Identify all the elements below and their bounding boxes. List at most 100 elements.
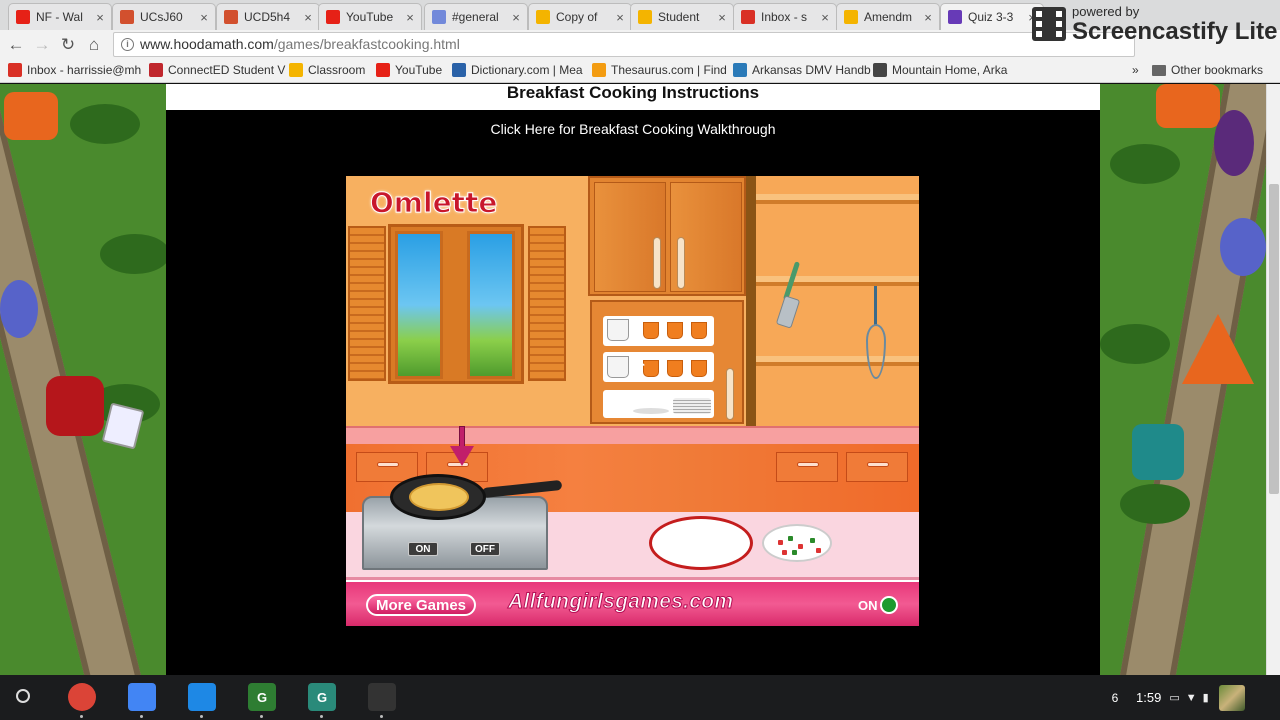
plate-stack-icon[interactable] bbox=[673, 398, 711, 414]
game-canvas[interactable]: Omlette ON OFF More Games Allfungirlsgam… bbox=[346, 176, 919, 626]
serving-plate[interactable] bbox=[649, 516, 753, 570]
browser-tab[interactable]: Amendm × bbox=[836, 3, 940, 30]
scrollbar-thumb[interactable] bbox=[1269, 184, 1279, 494]
bookmark-label: YouTube bbox=[395, 63, 443, 77]
mascot-blue-icon bbox=[0, 280, 38, 338]
tab-title: YouTube bbox=[346, 10, 394, 24]
film-icon bbox=[1032, 7, 1066, 41]
bookmark-item[interactable]: Mountain Home, Arka bbox=[873, 63, 1007, 77]
close-tab-icon[interactable]: × bbox=[93, 10, 107, 25]
classroom-g-icon[interactable]: G bbox=[248, 683, 276, 711]
cup-shelf-middle[interactable] bbox=[603, 352, 714, 382]
dish-shelf[interactable] bbox=[590, 300, 744, 424]
tab-title: #general bbox=[452, 10, 499, 24]
mascot-purple-icon bbox=[1214, 110, 1254, 176]
brand-logo[interactable]: Allfungirlsgames.com bbox=[507, 590, 733, 614]
thesaurus-icon bbox=[592, 63, 606, 77]
browser-tab[interactable]: Copy of × bbox=[528, 3, 632, 30]
bookmarks-overflow-button[interactable]: » bbox=[1132, 63, 1139, 77]
bookmark-label: Inbox - harrissie@mh bbox=[27, 63, 142, 77]
screencastify-watermark: powered by Screencastify Lite bbox=[1028, 0, 1280, 48]
bookmark-label: ConnectED Student V bbox=[168, 63, 286, 77]
close-tab-icon[interactable]: × bbox=[301, 10, 315, 25]
plate-stack-icon[interactable] bbox=[633, 408, 669, 414]
classroom-icon bbox=[289, 63, 303, 77]
cup-icon[interactable] bbox=[667, 360, 683, 377]
bookmark-item[interactable]: ConnectED Student V bbox=[149, 63, 285, 77]
notification-count[interactable]: 6 bbox=[1104, 691, 1126, 705]
cup-icon[interactable] bbox=[667, 322, 683, 339]
url-host: www.hoodamath.com bbox=[140, 36, 274, 52]
toppings-plate[interactable] bbox=[762, 524, 832, 562]
page-scrollbar[interactable] bbox=[1266, 84, 1280, 675]
frying-pan[interactable] bbox=[390, 474, 486, 520]
screencastify-icon[interactable] bbox=[368, 683, 396, 711]
close-tab-icon[interactable]: × bbox=[197, 10, 211, 25]
reload-icon[interactable]: ↻ bbox=[58, 35, 78, 55]
clock[interactable]: 1:59 bbox=[1136, 690, 1161, 705]
bookmark-item[interactable]: Arkansas DMV Handb bbox=[733, 63, 871, 77]
bookmark-item[interactable]: Dictionary.com | Mea bbox=[452, 63, 583, 77]
tab-title: Quiz 3-3 bbox=[968, 10, 1014, 24]
bookmark-item[interactable]: YouTube bbox=[376, 63, 442, 77]
tab-title: NF - Wal bbox=[36, 10, 83, 24]
status-tray[interactable]: 6 1:59 ▭ ▼ ▮ bbox=[1104, 675, 1245, 720]
browser-tab[interactable]: NF - Wal × bbox=[8, 3, 112, 30]
launcher-icon[interactable] bbox=[16, 689, 30, 703]
close-tab-icon[interactable]: × bbox=[818, 10, 832, 25]
browser-tab[interactable]: Student × bbox=[630, 3, 734, 30]
close-tab-icon[interactable]: × bbox=[613, 10, 627, 25]
browser-tab[interactable]: UCD5h4 × bbox=[216, 3, 320, 30]
running-indicator bbox=[140, 715, 143, 718]
forward-arrow-icon[interactable]: → bbox=[32, 35, 52, 55]
spatula-icon[interactable] bbox=[775, 261, 801, 336]
omelette-in-pan bbox=[409, 483, 469, 511]
cup-icon[interactable] bbox=[643, 322, 659, 339]
bookmark-item[interactable]: Classroom bbox=[289, 63, 365, 77]
measuring-cup-icon[interactable] bbox=[607, 319, 629, 341]
stove-on-button[interactable]: ON bbox=[408, 542, 438, 556]
browser-tab[interactable]: UCsJ60 × bbox=[112, 3, 216, 30]
cup-icon[interactable] bbox=[643, 360, 659, 377]
more-games-button[interactable]: More Games bbox=[366, 594, 476, 616]
stove-off-button[interactable]: OFF bbox=[470, 542, 500, 556]
browser-tab[interactable]: Inbox - s × bbox=[733, 3, 837, 30]
map-pin-icon bbox=[873, 63, 887, 77]
classroom-g-icon[interactable]: G bbox=[308, 683, 336, 711]
info-icon[interactable]: i bbox=[121, 38, 134, 51]
close-tab-icon[interactable]: × bbox=[921, 10, 935, 25]
browser-tab[interactable]: #general × bbox=[424, 3, 528, 30]
home-icon[interactable]: ⌂ bbox=[84, 35, 104, 55]
plate-shelf[interactable] bbox=[603, 390, 714, 418]
running-indicator bbox=[80, 715, 83, 718]
upper-cupboard[interactable] bbox=[588, 176, 746, 296]
close-tab-icon[interactable]: × bbox=[403, 10, 417, 25]
back-arrow-icon[interactable]: ← bbox=[6, 35, 26, 55]
browser-tab[interactable]: YouTube × bbox=[318, 3, 422, 30]
walkthrough-link[interactable]: Click Here for Breakfast Cooking Walkthr… bbox=[166, 121, 1100, 137]
other-bookmarks-button[interactable]: Other bookmarks bbox=[1152, 63, 1263, 77]
close-tab-icon[interactable]: × bbox=[715, 10, 729, 25]
forms-icon bbox=[948, 10, 962, 24]
mascot-teal-icon bbox=[1132, 424, 1184, 480]
close-tab-icon[interactable]: × bbox=[509, 10, 523, 25]
tab-title: Amendm bbox=[864, 10, 913, 24]
tab-title: Inbox - s bbox=[761, 10, 808, 24]
sound-toggle[interactable]: ON bbox=[858, 596, 898, 614]
gmail-icon bbox=[741, 10, 755, 24]
cup-icon[interactable] bbox=[691, 360, 707, 377]
cup-icon[interactable] bbox=[691, 322, 707, 339]
avatar[interactable] bbox=[1218, 684, 1245, 711]
tab-title: Copy of bbox=[556, 10, 598, 24]
bookmark-item[interactable]: Inbox - harrissie@mh bbox=[8, 63, 141, 77]
chrome-icon[interactable] bbox=[68, 683, 96, 711]
whisk-icon[interactable] bbox=[864, 286, 888, 381]
address-bar[interactable]: i www.hoodamath.com/games/breakfastcooki… bbox=[113, 32, 1135, 57]
files-icon[interactable] bbox=[188, 683, 216, 711]
measuring-cup-icon[interactable] bbox=[607, 356, 629, 378]
screen-capture-icon: ▭ bbox=[1169, 692, 1180, 704]
cup-shelf-top[interactable] bbox=[603, 316, 714, 346]
analytics-icon bbox=[120, 10, 134, 24]
bookmark-item[interactable]: Thesaurus.com | Find bbox=[592, 63, 727, 77]
docs-icon[interactable] bbox=[128, 683, 156, 711]
